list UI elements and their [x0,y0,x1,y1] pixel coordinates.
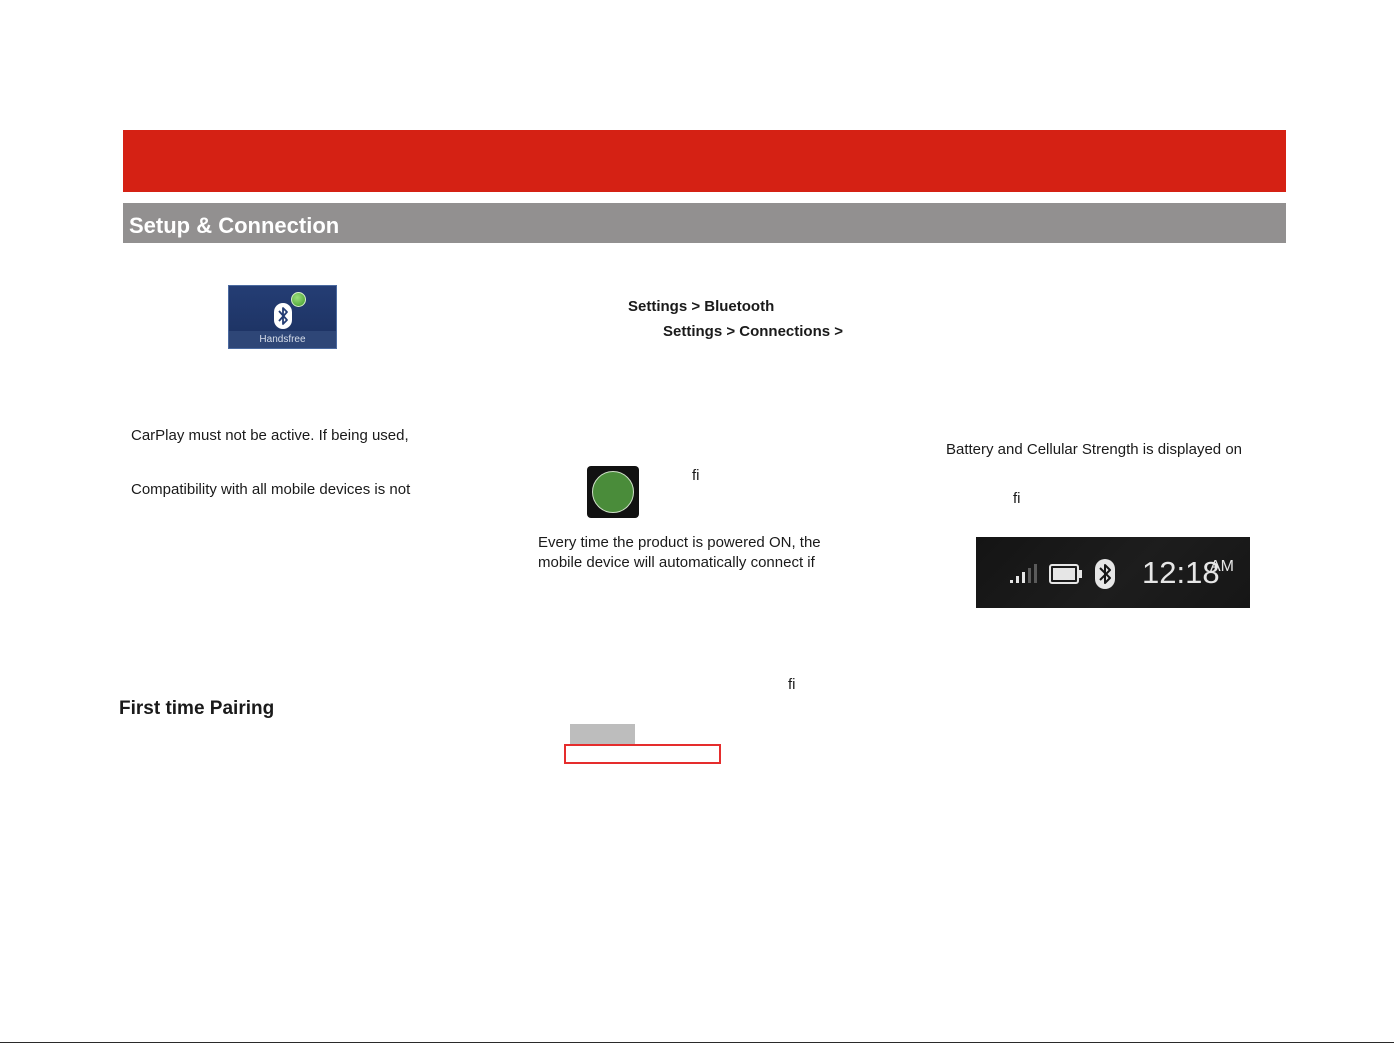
battery-signal-note: Battery and Cellular Strength is display… [946,441,1243,458]
page-bottom-rule [0,1042,1394,1043]
handsfree-tile[interactable]: Handsfree [228,285,337,349]
phone-status-bar: 12:18 AM [976,537,1250,608]
auto-connect-line-1: Every time the product is powered ON, th… [538,534,821,551]
auto-connect-line-2: mobile device will automatically connect… [538,554,815,571]
connect-button[interactable] [587,466,639,518]
ligature-fi: fi [1013,490,1021,507]
settings-connections-path: Settings > Connections > [663,323,844,340]
gray-placeholder [570,724,635,744]
battery-icon [1049,564,1082,584]
highlight-outline [564,744,721,764]
phone-badge-icon [291,292,306,307]
section-title: Setup & Connection [123,203,1286,243]
bluetooth-icon [1095,559,1115,589]
settings-bluetooth-path: Settings > Bluetooth [628,298,775,315]
bluetooth-icon [274,303,292,329]
handsfree-label: Handsfree [229,331,336,348]
ligature-fi: fi [692,467,700,484]
green-status-icon [592,471,634,513]
signal-icon [1010,564,1037,583]
ligature-fi: fi [788,676,796,693]
compatibility-note: Compatibility with all mobile devices is… [131,481,411,498]
clock-time: 12:18 [1142,555,1220,590]
carplay-note: CarPlay must not be active. If being use… [131,427,409,444]
title-banner [123,130,1286,192]
first-time-pairing-heading: First time Pairing [119,698,275,719]
clock-ampm: AM [1210,558,1234,575]
